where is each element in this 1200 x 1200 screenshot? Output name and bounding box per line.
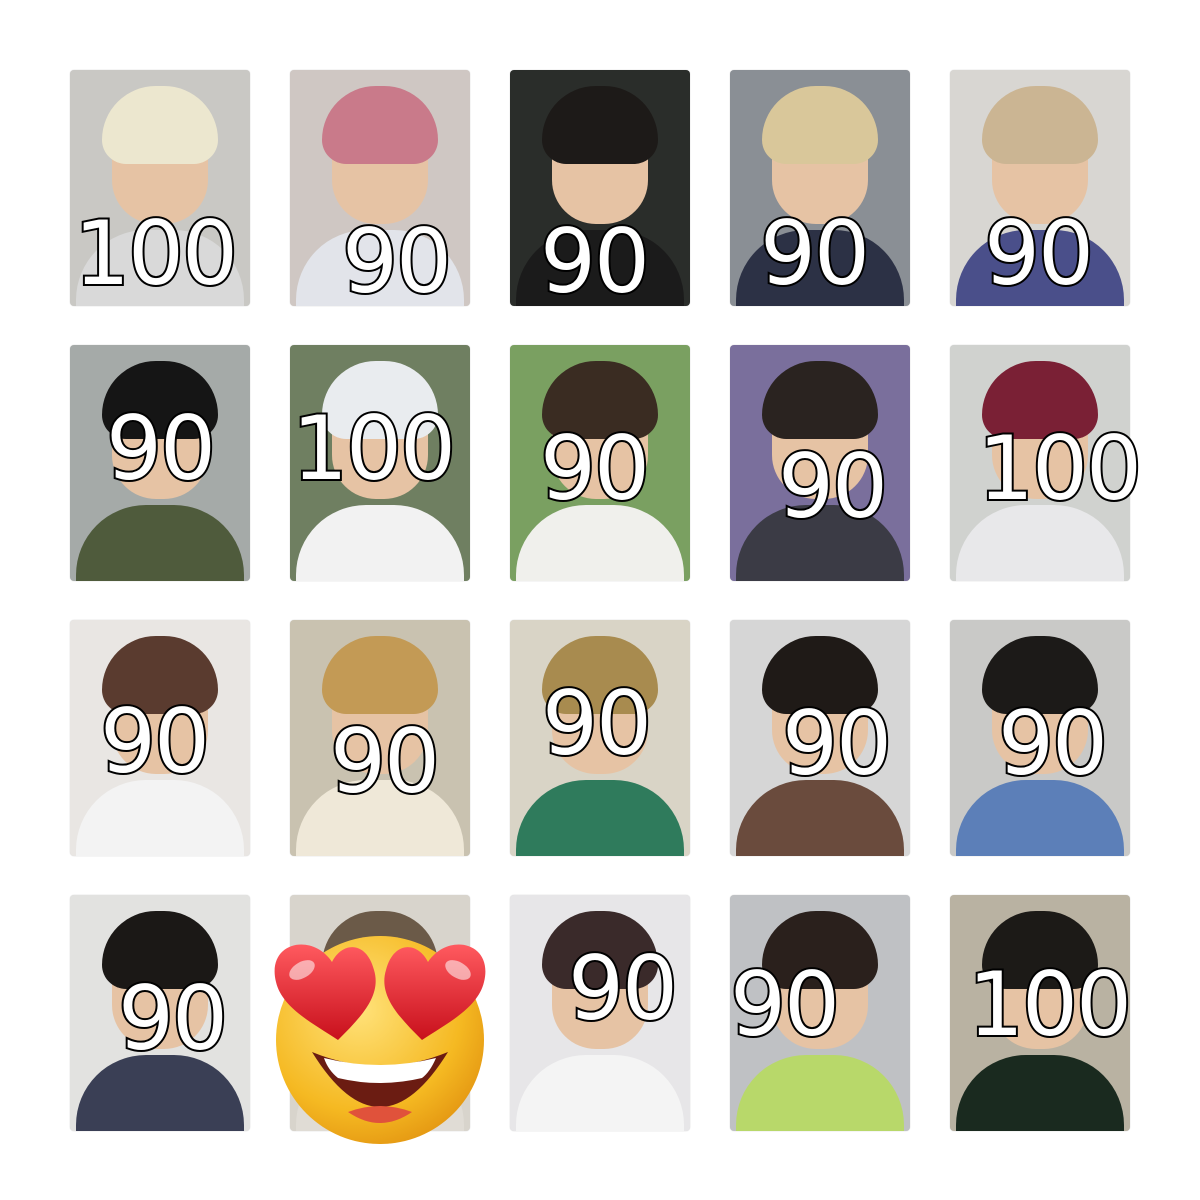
price-label: 100 [966,953,1134,1056]
price-label: 90 [340,210,454,313]
price-label: 90 [540,672,654,775]
price-label: 90 [776,435,890,538]
price-label: 90 [116,967,230,1070]
smiling-face-with-heart-eyes-icon [274,936,486,1144]
price-label: 90 [104,397,218,500]
price-label: 90 [538,210,652,313]
price-label: 90 [728,953,842,1056]
price-label: 100 [72,202,240,305]
price-label: 90 [780,692,894,795]
price-label: 90 [328,710,442,813]
price-label: 100 [290,397,458,500]
price-label: 90 [566,937,680,1040]
price-label: 100 [976,417,1144,520]
price-label: 90 [996,692,1110,795]
price-label: 90 [538,417,652,520]
price-label: 90 [758,202,872,305]
price-label: 90 [982,202,1096,305]
price-label: 90 [98,690,212,793]
